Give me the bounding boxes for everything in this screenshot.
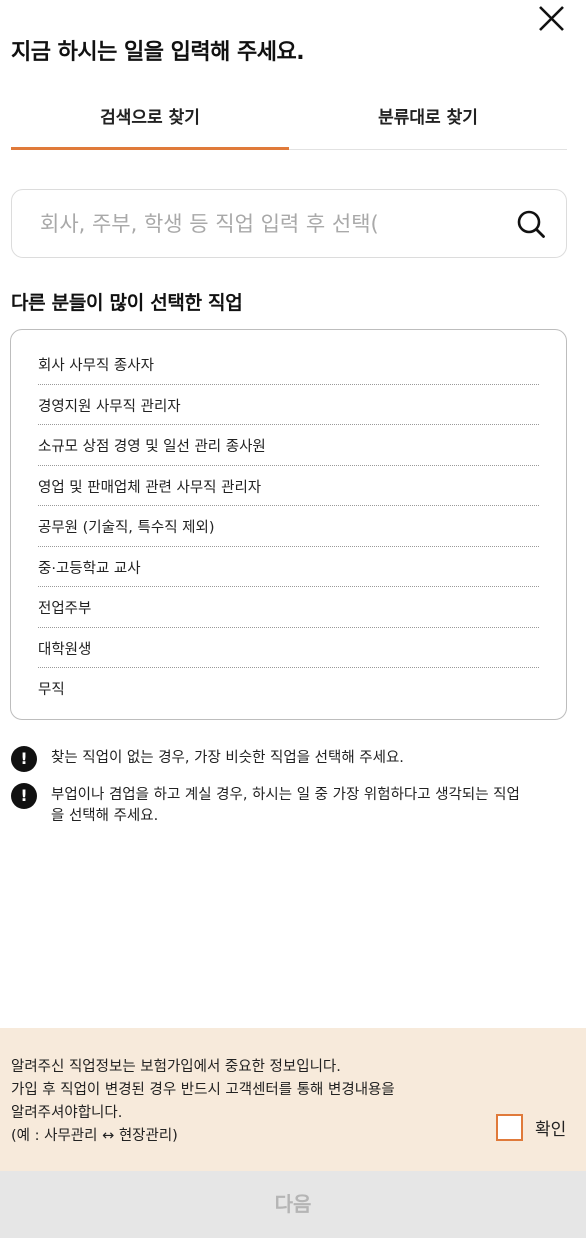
popular-jobs-title: 다른 분들이 많이 선택한 직업 <box>11 292 243 314</box>
exclamation-icon: ! <box>11 746 37 772</box>
popular-jobs-list: 회사 사무직 종사자 경영지원 사무직 관리자 소규모 상점 경영 및 일선 관… <box>10 329 567 720</box>
info-panel: 알려주신 직업정보는 보험가입에서 중요한 정보입니다. 가입 후 직업이 변경… <box>0 1028 586 1171</box>
info-text: 알려주신 직업정보는 보험가입에서 중요한 정보입니다. 가입 후 직업이 변경… <box>11 1056 481 1148</box>
tab-bar: 검색으로 찾기 분류대로 찾기 <box>11 92 567 150</box>
job-item-civil-servant[interactable]: 공무원 (기술직, 특수직 제외) <box>38 506 539 547</box>
exclamation-icon: ! <box>11 783 37 809</box>
notice-text: 부업이나 겸업을 하고 계실 경우, 하시는 일 중 가장 위험하다고 생각되는… <box>51 787 520 824</box>
confirm-label: 확인 <box>535 1120 567 1140</box>
job-item-management-support[interactable]: 경영지원 사무직 관리자 <box>38 385 539 425</box>
tab-category[interactable]: 분류대로 찾기 <box>289 92 567 149</box>
job-item-homemaker[interactable]: 전업주부 <box>38 587 539 628</box>
info-line: 알려주셔야합니다. <box>11 1105 123 1121</box>
search-icon[interactable] <box>516 209 546 239</box>
job-item-sales-office-manager[interactable]: 영업 및 판매업체 관련 사무직 관리자 <box>38 466 539 506</box>
search-box <box>11 189 567 258</box>
job-item-small-store-manager[interactable]: 소규모 상점 경영 및 일선 관리 종사원 <box>38 425 539 466</box>
info-line: (예 : 사무관리 ↔ 현장관리) <box>11 1128 178 1144</box>
page-title: 지금 하시는 일을 입력해 주세요. <box>11 40 305 65</box>
tab-search[interactable]: 검색으로 찾기 <box>11 92 289 150</box>
job-item-grad-student[interactable]: 대학원생 <box>38 628 539 668</box>
close-icon <box>539 6 564 31</box>
info-line: 가입 후 직업이 변경된 경우 반드시 고객센터를 통해 변경내용을 <box>11 1082 395 1098</box>
checkbox-icon[interactable] <box>496 1114 523 1141</box>
notice-text: 찾는 직업이 없는 경우, 가장 비슷한 직업을 선택해 주세요. <box>51 750 404 766</box>
job-item-unemployed[interactable]: 무직 <box>38 668 539 709</box>
next-button[interactable]: 다음 <box>0 1171 586 1238</box>
search-input[interactable] <box>40 190 510 257</box>
job-item-secondary-teacher[interactable]: 중·고등학교 교사 <box>38 547 539 587</box>
job-item-office-worker[interactable]: 회사 사무직 종사자 <box>38 344 539 385</box>
confirm-checkbox[interactable]: 확인 <box>496 1114 566 1141</box>
info-line: 알려주신 직업정보는 보험가입에서 중요한 정보입니다. <box>11 1059 341 1075</box>
close-button[interactable] <box>534 4 568 34</box>
